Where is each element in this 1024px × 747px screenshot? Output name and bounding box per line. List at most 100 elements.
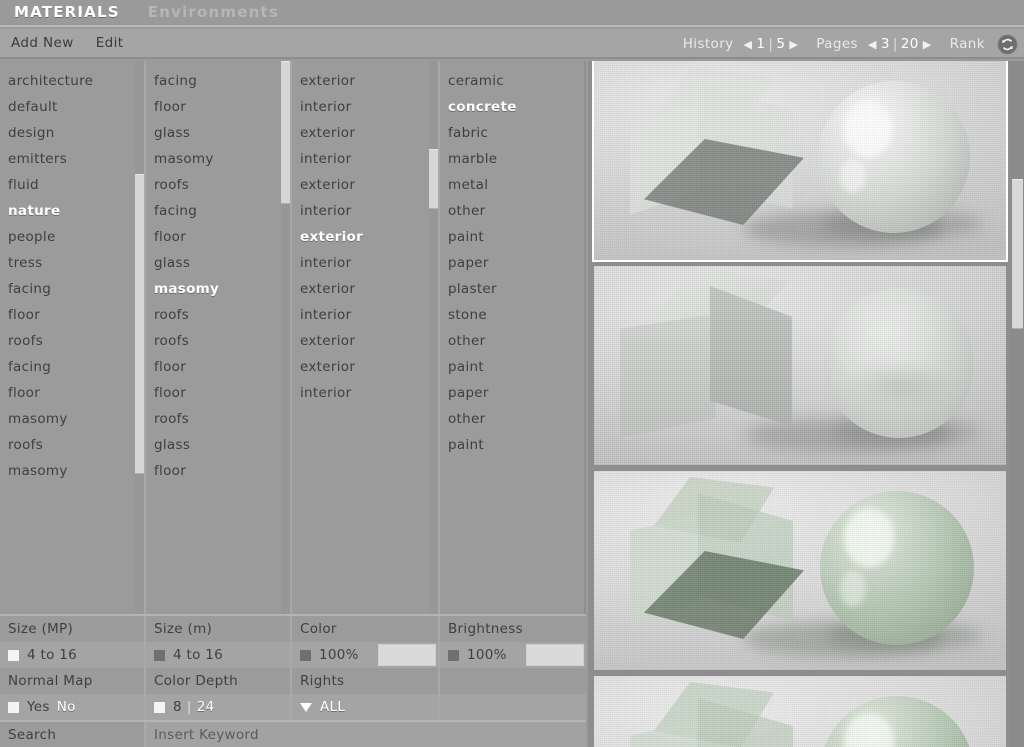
- add-new-button[interactable]: Add New: [0, 29, 85, 57]
- color-checkbox[interactable]: [300, 649, 311, 661]
- list-item[interactable]: masomy: [146, 146, 290, 172]
- list-item[interactable]: exterior: [292, 224, 438, 250]
- preview-scrollbar[interactable]: [1011, 61, 1024, 747]
- scrollbar-thumb[interactable]: [429, 149, 438, 209]
- scrollbar-thumb[interactable]: [281, 61, 290, 204]
- normal-map-option-yes[interactable]: Yes: [27, 694, 50, 720]
- list-item[interactable]: interior: [292, 302, 438, 328]
- list-item[interactable]: masomy: [0, 406, 144, 432]
- pages-next-icon[interactable]: ▶: [919, 39, 936, 50]
- list-item[interactable]: interior: [292, 146, 438, 172]
- list-item[interactable]: floor: [146, 94, 290, 120]
- list-item[interactable]: design: [0, 120, 144, 146]
- list-item[interactable]: roofs: [146, 328, 290, 354]
- list-item[interactable]: masomy: [0, 458, 144, 484]
- subcategory-column-scrollbar[interactable]: [281, 61, 290, 614]
- list-item[interactable]: paint: [440, 432, 584, 458]
- list-item[interactable]: floor: [146, 380, 290, 406]
- brightness-swatch[interactable]: [526, 644, 584, 666]
- list-item[interactable]: interior: [292, 198, 438, 224]
- scrollbar-thumb[interactable]: [135, 174, 144, 474]
- list-item[interactable]: facing: [146, 198, 290, 224]
- list-item[interactable]: fluid: [0, 172, 144, 198]
- list-item[interactable]: floor: [0, 302, 144, 328]
- normal-map-checkbox[interactable]: [8, 701, 19, 713]
- normal-map-filter[interactable]: Yes No: [0, 694, 146, 720]
- color-depth-filter[interactable]: 8 | 24: [146, 694, 292, 720]
- list-item[interactable]: roofs: [146, 406, 290, 432]
- list-item[interactable]: paint: [440, 224, 584, 250]
- rights-dropdown[interactable]: ALL: [292, 694, 440, 720]
- preview-concrete-matte[interactable]: [594, 266, 1006, 465]
- list-item[interactable]: roofs: [146, 172, 290, 198]
- list-item[interactable]: exterior: [292, 68, 438, 94]
- color-depth-option-8[interactable]: 8: [173, 694, 182, 720]
- list-item[interactable]: architecture: [0, 68, 144, 94]
- list-item[interactable]: emitters: [0, 146, 144, 172]
- color-filter[interactable]: 100%: [292, 642, 440, 668]
- tab-environments[interactable]: Environments: [134, 0, 293, 25]
- list-item[interactable]: glass: [146, 250, 290, 276]
- list-item[interactable]: facing: [0, 354, 144, 380]
- pages-prev-icon[interactable]: ◀: [864, 39, 881, 50]
- list-item[interactable]: glass: [146, 120, 290, 146]
- size-m-checkbox[interactable]: [154, 649, 165, 661]
- list-item[interactable]: people: [0, 224, 144, 250]
- list-item[interactable]: concrete: [440, 94, 584, 120]
- list-item[interactable]: plaster: [440, 276, 584, 302]
- color-swatch[interactable]: [378, 644, 436, 666]
- size-mp-filter[interactable]: 4 to 16: [0, 642, 146, 668]
- normal-map-option-no[interactable]: No: [57, 694, 76, 720]
- list-item[interactable]: exterior: [292, 276, 438, 302]
- rank-button[interactable]: Rank: [950, 36, 985, 52]
- rights-extra-field[interactable]: [440, 694, 586, 720]
- preview-glass-green[interactable]: [594, 471, 1006, 670]
- list-item[interactable]: roofs: [0, 432, 144, 458]
- color-depth-option-24[interactable]: 24: [197, 694, 215, 720]
- list-item[interactable]: paper: [440, 380, 584, 406]
- list-item[interactable]: other: [440, 328, 584, 354]
- placement-column-scrollbar[interactable]: [429, 61, 438, 614]
- history-next-icon[interactable]: ▶: [785, 39, 802, 50]
- preview-glass-clear[interactable]: [592, 61, 1008, 262]
- brightness-checkbox[interactable]: [448, 649, 459, 661]
- placement-list[interactable]: exterior interior exterior interior exterior…: [292, 61, 438, 406]
- list-item[interactable]: exterior: [292, 328, 438, 354]
- list-item[interactable]: ceramic: [440, 68, 584, 94]
- list-item[interactable]: other: [440, 406, 584, 432]
- list-item[interactable]: exterior: [292, 354, 438, 380]
- edit-button[interactable]: Edit: [85, 29, 135, 57]
- list-item[interactable]: exterior: [292, 120, 438, 146]
- brightness-filter[interactable]: 100%: [440, 642, 586, 668]
- category-list[interactable]: architecture default design emitters fluid na…: [0, 61, 144, 484]
- list-item[interactable]: stone: [440, 302, 584, 328]
- list-item[interactable]: fabric: [440, 120, 584, 146]
- list-item[interactable]: marble: [440, 146, 584, 172]
- list-item[interactable]: paper: [440, 250, 584, 276]
- list-item[interactable]: interior: [292, 250, 438, 276]
- list-item[interactable]: nature: [0, 198, 144, 224]
- size-m-filter[interactable]: 4 to 16: [146, 642, 292, 668]
- list-item[interactable]: exterior: [292, 172, 438, 198]
- list-item[interactable]: facing: [146, 68, 290, 94]
- material-type-list[interactable]: ceramic concrete fabric marble metal other pai…: [440, 61, 584, 458]
- list-item[interactable]: metal: [440, 172, 584, 198]
- list-item[interactable]: floor: [146, 354, 290, 380]
- preview-glass-green-2[interactable]: [594, 676, 1006, 747]
- list-item[interactable]: interior: [292, 380, 438, 406]
- tab-materials[interactable]: MATERIALS: [0, 0, 134, 25]
- list-item[interactable]: default: [0, 94, 144, 120]
- category-column-scrollbar[interactable]: [135, 61, 144, 614]
- size-mp-checkbox[interactable]: [8, 649, 19, 661]
- list-item[interactable]: roofs: [0, 328, 144, 354]
- list-item[interactable]: floor: [146, 458, 290, 484]
- list-item[interactable]: paint: [440, 354, 584, 380]
- history-prev-icon[interactable]: ◀: [740, 39, 757, 50]
- list-item[interactable]: facing: [0, 276, 144, 302]
- list-item[interactable]: masomy: [146, 276, 290, 302]
- list-item[interactable]: glass: [146, 432, 290, 458]
- subcategory-list[interactable]: facing floor glass masomy roofs facing floor gl…: [146, 61, 290, 484]
- list-item[interactable]: tress: [0, 250, 144, 276]
- list-item[interactable]: roofs: [146, 302, 290, 328]
- search-input[interactable]: Insert Keyword: [146, 722, 586, 747]
